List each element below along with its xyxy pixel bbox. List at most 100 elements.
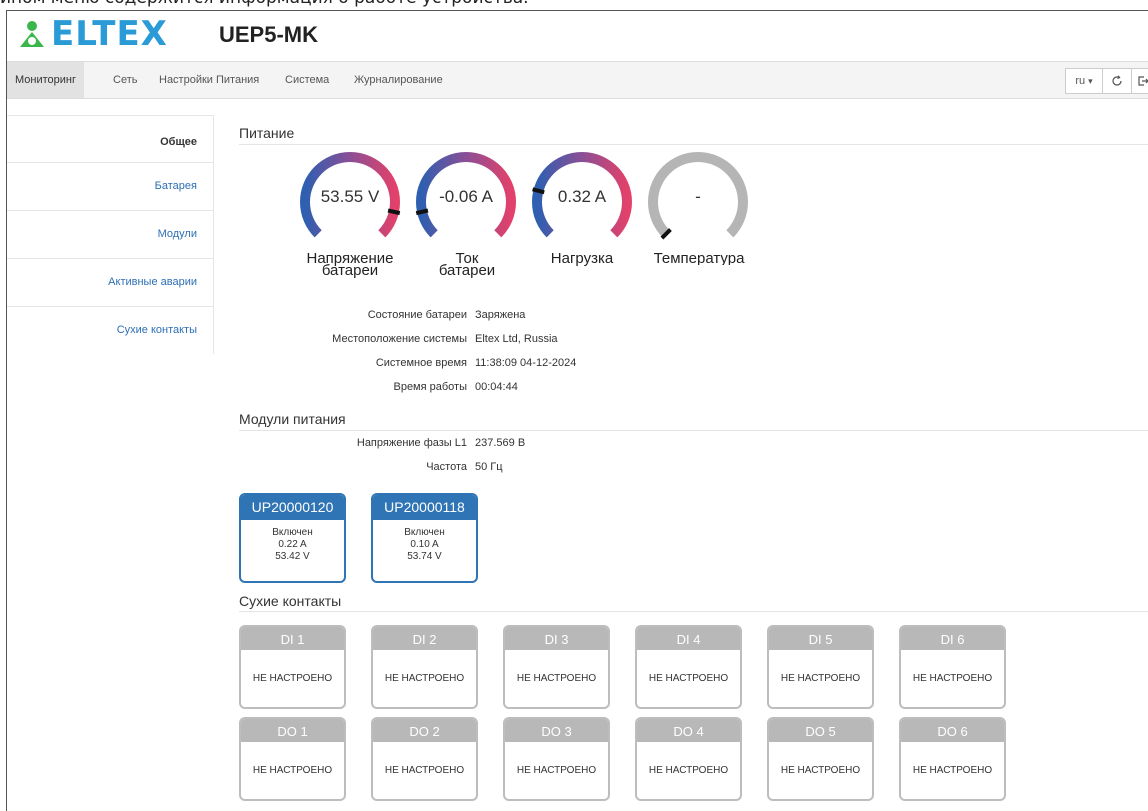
dry-contact-card[interactable]: DI 5 НЕ НАСТРОЕНО — [767, 625, 874, 709]
temperature-label: Температура — [653, 253, 745, 265]
dry-contact-name: DI 4 — [637, 627, 740, 650]
dry-contact-status: НЕ НАСТРОЕНО — [384, 765, 465, 776]
dry-contact-status: НЕ НАСТРОЕНО — [516, 765, 597, 776]
dry-contact-status: НЕ НАСТРОЕНО — [384, 673, 465, 684]
temperature-value: - — [695, 187, 701, 206]
battery-current-label-line2: батареи — [438, 262, 496, 279]
dry-contact-name: DO 4 — [637, 719, 740, 742]
power-module-state: Включен — [272, 527, 313, 538]
dry-contact-card[interactable]: DO 2 НЕ НАСТРОЕНО — [371, 717, 478, 801]
battery-voltage-gauge: 53.55 V — [297, 149, 403, 255]
dry-contact-status: НЕ НАСТРОЕНО — [516, 673, 597, 684]
info-key: Напряжение фазы L1 — [356, 437, 467, 449]
system-time-row: Системное время 11:38:09 04-12-2024 — [307, 357, 576, 369]
power-module-card[interactable]: UP20000120 Включен 0.22 A 53.42 V — [239, 493, 346, 583]
dry-contact-card[interactable]: DO 1 НЕ НАСТРОЕНО — [239, 717, 346, 801]
dry-contact-name: DO 1 — [241, 719, 344, 742]
load-label: Нагрузка — [550, 250, 614, 267]
info-value: Eltex Ltd, Russia — [475, 333, 558, 345]
dry-contact-name: DI 5 — [769, 627, 872, 650]
load-gauge: 0.32 A — [529, 149, 635, 255]
language-select[interactable]: ru ▾ — [1065, 68, 1103, 94]
power-module-current: 0.10 A — [410, 539, 439, 550]
info-value: 11:38:09 04-12-2024 — [475, 357, 577, 369]
sidebar: Общее Батарея Модули Активные аварии Сух… — [7, 115, 214, 354]
eltex-logo: ELTEX — [17, 14, 168, 54]
dry-contact-status: НЕ НАСТРОЕНО — [648, 765, 729, 776]
battery-state-row: Состояние батареи Заряжена — [307, 309, 526, 321]
sidebar-item-battery[interactable]: Батарея — [7, 163, 213, 211]
power-module-state: Включен — [404, 527, 445, 538]
dry-contacts-section-title: Сухие контакты — [239, 593, 342, 609]
tab-power-settings[interactable]: Настройки Питания — [159, 62, 259, 98]
battery-current-label: Ток батареи — [427, 251, 507, 279]
dry-contact-name: DO 2 — [373, 719, 476, 742]
logout-button[interactable] — [1131, 68, 1148, 94]
info-value: Заряжена — [475, 309, 526, 321]
load-value: 0.32 A — [557, 187, 607, 206]
info-key: Системное время — [375, 357, 467, 369]
dry-contact-name: DI 6 — [901, 627, 1004, 650]
gauge-needle — [415, 208, 429, 216]
dry-contact-status: НЕ НАСТРОЕНО — [252, 765, 333, 776]
tab-logging[interactable]: Журналирование — [354, 62, 443, 98]
dry-contacts-section-divider — [239, 611, 1148, 612]
dry-contact-card[interactable]: DI 2 НЕ НАСТРОЕНО — [371, 625, 478, 709]
battery-voltage-label: Напряжение батареи — [291, 251, 409, 278]
info-value: 237.569 В — [475, 437, 526, 449]
dry-contact-status: НЕ НАСТРОЕНО — [780, 765, 861, 776]
dry-contact-status: НЕ НАСТРОЕНО — [648, 673, 729, 684]
dry-contact-name: DO 3 — [505, 719, 608, 742]
dry-contact-card[interactable]: DI 1 НЕ НАСТРОЕНО — [239, 625, 346, 709]
power-module-current: 0.22 A — [278, 539, 307, 550]
dry-contact-card[interactable]: DI 6 НЕ НАСТРОЕНО — [899, 625, 1006, 709]
dry-contact-card[interactable]: DI 3 НЕ НАСТРОЕНО — [503, 625, 610, 709]
sidebar-item-modules[interactable]: Модули — [7, 211, 213, 259]
phase-voltage-row: Напряжение фазы L1 237.569 В — [307, 437, 525, 449]
sidebar-item-general[interactable]: Общее — [7, 116, 213, 163]
dry-contact-card[interactable]: DO 4 НЕ НАСТРОЕНО — [635, 717, 742, 801]
system-location-row: Местоположение системы Eltex Ltd, Russia — [307, 333, 558, 345]
dry-contact-name: DO 5 — [769, 719, 872, 742]
refresh-icon — [1112, 75, 1122, 86]
info-value: 50 Гц — [475, 461, 503, 473]
temperature-gauge: - — [645, 149, 751, 255]
tab-system[interactable]: Система — [285, 62, 329, 98]
dry-contact-status: НЕ НАСТРОЕНО — [780, 673, 861, 684]
top-navbar: Мониторинг Сеть Настройки Питания Систем… — [7, 61, 1148, 99]
power-section-divider — [239, 144, 1148, 145]
sidebar-item-active-alarms[interactable]: Активные аварии — [7, 259, 213, 307]
tab-monitoring[interactable]: Мониторинг — [7, 62, 85, 98]
dry-contact-card[interactable]: DO 6 НЕ НАСТРОЕНО — [899, 717, 1006, 801]
info-key: Частота — [426, 461, 467, 473]
info-key: Местоположение системы — [332, 333, 467, 345]
dry-contact-status: НЕ НАСТРОЕНО — [912, 673, 993, 684]
app-window: ELTEX UEP5-MK Мониторинг Сеть Настройки … — [6, 10, 1148, 811]
document-caption: ином меню содержится информация о работе… — [0, 0, 529, 8]
sidebar-item-dry-contacts[interactable]: Сухие контакты — [7, 307, 213, 354]
uptime-row: Время работы 00:04:44 — [307, 381, 517, 393]
info-key: Время работы — [393, 381, 467, 393]
power-module-card[interactable]: UP20000118 Включен 0.10 A 53.74 V — [371, 493, 478, 583]
dry-contact-name: DO 6 — [901, 719, 1004, 742]
navbar-controls: ru ▾ — [1065, 68, 1148, 94]
tab-network[interactable]: Сеть — [113, 62, 137, 98]
frequency-row: Частота 50 Гц — [307, 461, 503, 473]
eltex-logo-icon — [20, 21, 44, 47]
power-module-id: UP20000120 — [241, 495, 344, 520]
power-module-voltage: 53.74 V — [407, 551, 442, 562]
dry-contact-name: DI 3 — [505, 627, 608, 650]
battery-current-gauge: -0.06 A — [413, 149, 519, 255]
modules-section-title: Модули питания — [239, 411, 346, 427]
dry-contact-card[interactable]: DI 4 НЕ НАСТРОЕНО — [635, 625, 742, 709]
dry-contact-name: DI 1 — [241, 627, 344, 650]
dry-contact-card[interactable]: DO 5 НЕ НАСТРОЕНО — [767, 717, 874, 801]
chevron-down-icon: ▾ — [1088, 75, 1093, 86]
logo-text: ELTEX — [51, 14, 168, 54]
dry-contact-card[interactable]: DO 3 НЕ НАСТРОЕНО — [503, 717, 610, 801]
refresh-button[interactable] — [1102, 68, 1132, 94]
header: ELTEX UEP5-MK — [7, 11, 1148, 61]
power-module-voltage: 53.42 V — [275, 551, 310, 562]
dry-contact-status: НЕ НАСТРОЕНО — [912, 765, 993, 776]
language-value: ru — [1075, 75, 1086, 87]
